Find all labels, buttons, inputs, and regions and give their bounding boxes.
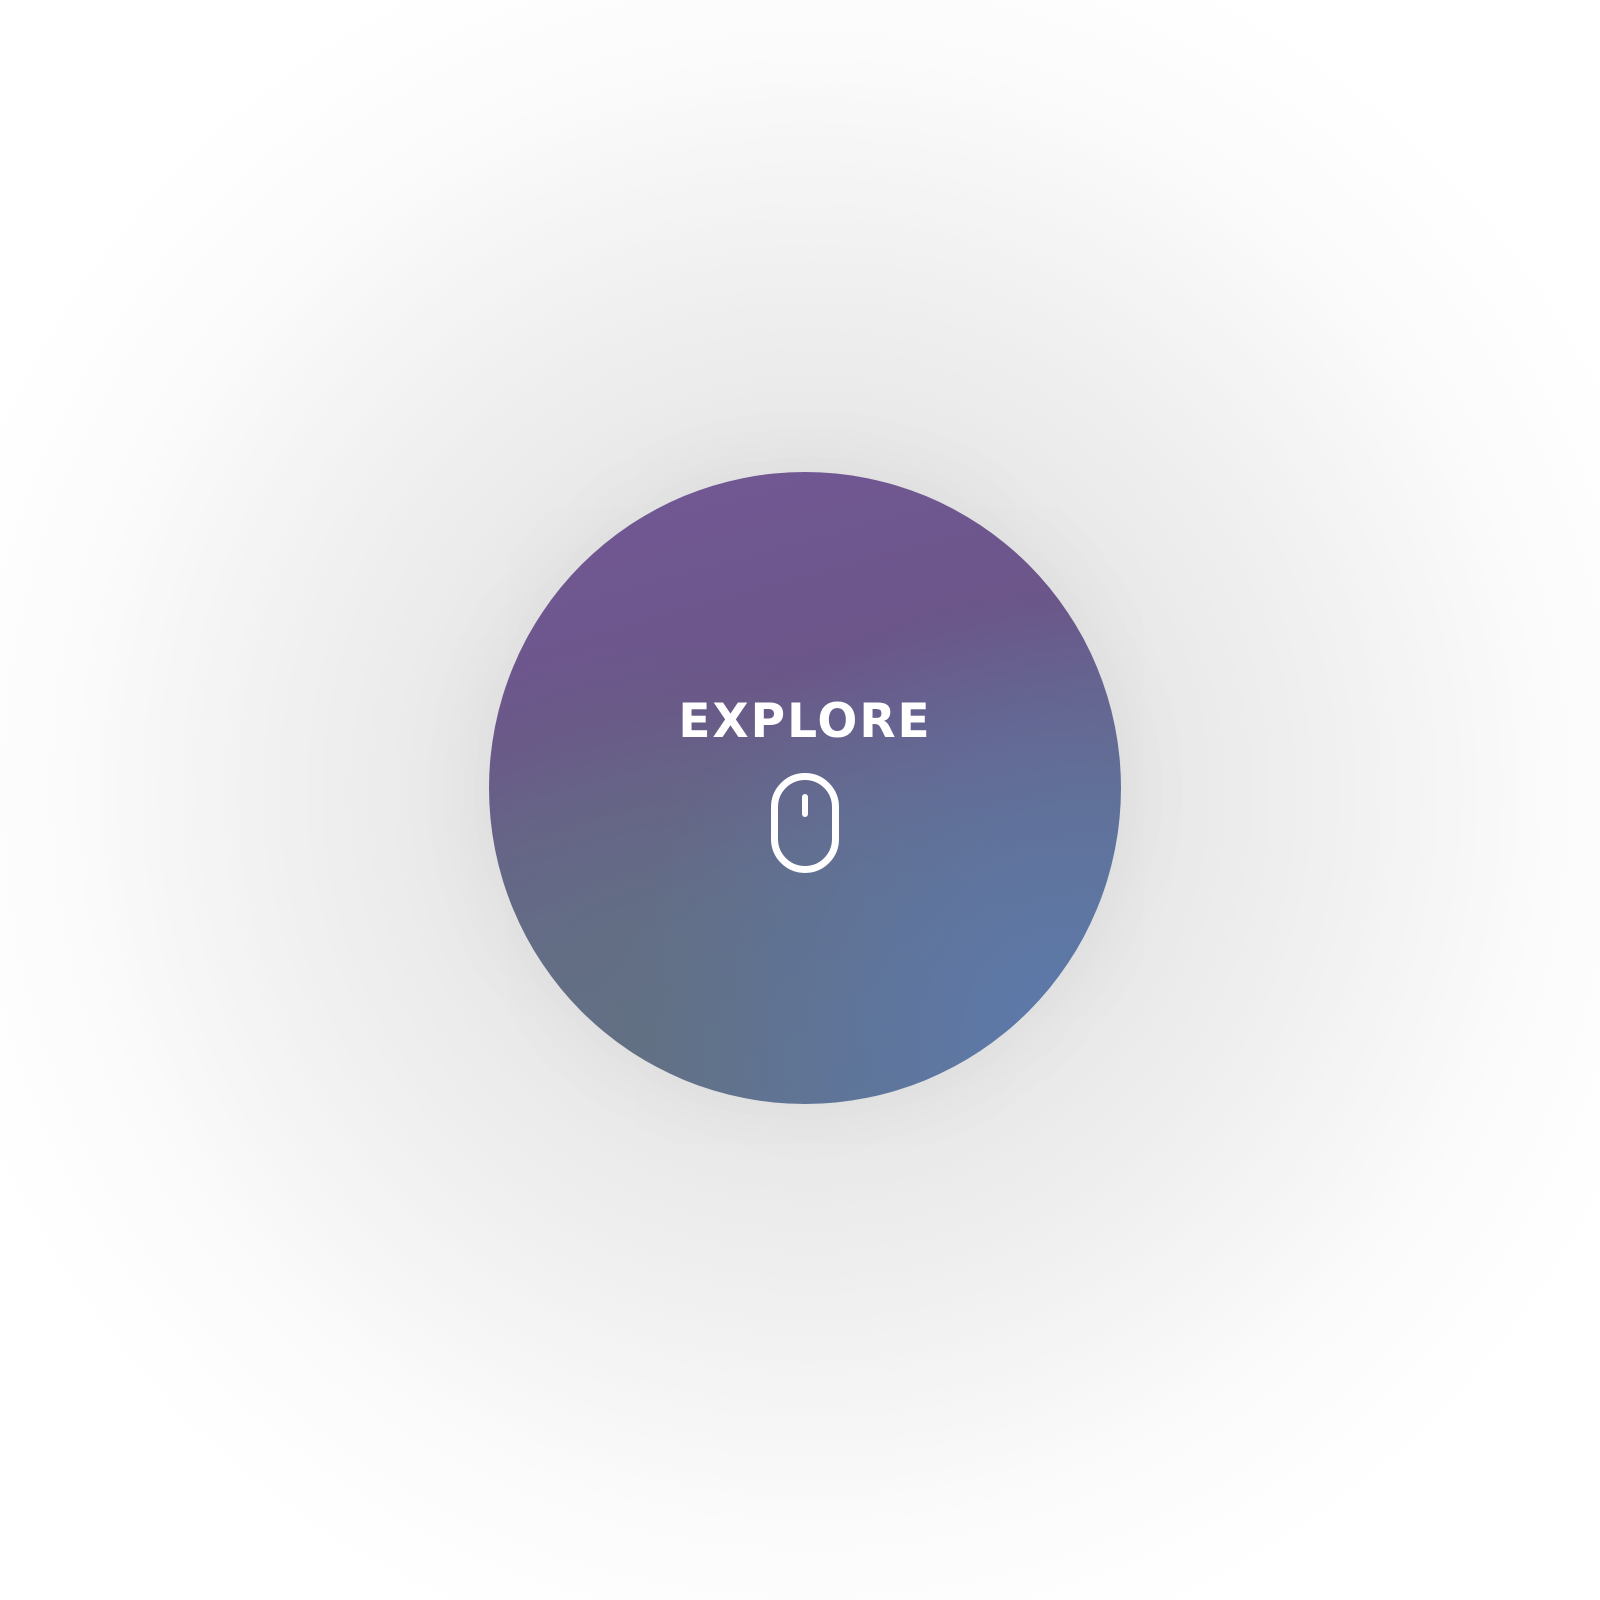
explore-button[interactable]: EXPLORE xyxy=(489,472,1121,1104)
explore-label: EXPLORE xyxy=(678,694,932,749)
mouse-scroll-icon xyxy=(771,773,839,873)
page-background: EXPLORE xyxy=(0,0,1600,1600)
